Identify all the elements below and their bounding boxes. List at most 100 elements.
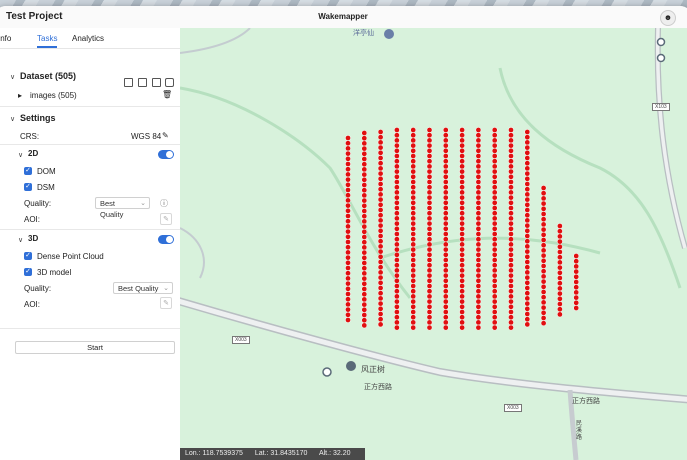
- settings-collapse-chevron[interactable]: ∨: [10, 114, 15, 123]
- waypoint: [459, 184, 465, 191]
- waypoint: [524, 243, 531, 250]
- waypoint: [345, 265, 351, 271]
- waypoint: [426, 127, 433, 133]
- waypoint: [394, 303, 400, 310]
- waypoint: [426, 303, 433, 310]
- divider: [0, 106, 180, 107]
- waypoint: [377, 321, 384, 328]
- user-icon[interactable]: ☻: [660, 10, 676, 26]
- add-file-icon[interactable]: [138, 78, 147, 87]
- waypoint: [442, 153, 449, 159]
- waypoint: [491, 319, 498, 326]
- waypoint: [459, 168, 465, 175]
- waypoint: [508, 127, 514, 133]
- waypoint: [410, 288, 417, 295]
- tab-tasks[interactable]: Tasks: [37, 34, 58, 48]
- waypoint: [410, 184, 417, 191]
- divider: [0, 328, 180, 329]
- map-view[interactable]: 洋亭仙 风正树 正方西路 正方西路 民溪路 X103 X003 X003 Lon…: [180, 28, 687, 460]
- waypoint: [394, 173, 400, 180]
- camera-icon[interactable]: [165, 78, 174, 87]
- edit-icon[interactable]: [152, 78, 161, 87]
- waypoint: [459, 189, 465, 196]
- waypoint: [426, 241, 433, 248]
- waypoint: [361, 301, 368, 308]
- waypoint: [361, 192, 368, 199]
- waypoint: [345, 207, 351, 214]
- waypoint: [361, 280, 368, 287]
- folder-expand-chevron[interactable]: ▸: [18, 91, 22, 100]
- tab-info[interactable]: Info: [0, 34, 11, 43]
- waypoint: [475, 153, 482, 159]
- waypoint: [475, 158, 482, 165]
- start-button[interactable]: Start: [15, 341, 175, 354]
- waypoint: [361, 156, 368, 162]
- 2d-toggle[interactable]: [158, 150, 174, 159]
- waypoint: [361, 150, 368, 157]
- waypoint: [459, 179, 465, 185]
- waypoint: [361, 249, 368, 256]
- waypoint: [540, 263, 547, 269]
- folder-images[interactable]: images (505): [30, 91, 77, 100]
- pointcloud-checkbox[interactable]: ✓: [24, 252, 32, 260]
- waypoint: [540, 278, 547, 285]
- waypoint: [508, 257, 514, 263]
- waypoint: [361, 130, 368, 136]
- waypoint: [442, 309, 449, 315]
- dom-checkbox[interactable]: ✓: [24, 167, 32, 175]
- add-folder-icon[interactable]: [124, 78, 133, 87]
- waypoint: [426, 168, 433, 175]
- waypoint: [540, 294, 547, 301]
- 3d-collapse-chevron[interactable]: ∨: [18, 235, 23, 244]
- waypoint: [394, 277, 400, 284]
- waypoint: [459, 220, 465, 227]
- waypoint: [491, 262, 498, 269]
- waypoint: [345, 213, 351, 219]
- waypoint: [508, 303, 514, 310]
- help-icon[interactable]: ⓘ: [160, 198, 168, 209]
- waypoint: [377, 305, 384, 312]
- waypoint: [394, 283, 400, 289]
- waypoint: [475, 147, 482, 154]
- aoi-edit-icon[interactable]: ✎: [160, 297, 172, 309]
- waypoint: [459, 132, 465, 139]
- waypoint: [540, 237, 547, 243]
- waypoint: [475, 277, 482, 284]
- waypoint: [475, 163, 482, 170]
- quality-select[interactable]: Best Quality ⌄: [113, 282, 173, 294]
- dataset-collapse-chevron[interactable]: ∨: [10, 72, 15, 81]
- waypoint: [508, 147, 514, 154]
- waypoint: [459, 309, 465, 315]
- settings-title: Settings: [20, 113, 56, 123]
- aoi-edit-icon[interactable]: ✎: [160, 213, 172, 225]
- waypoint: [508, 288, 514, 295]
- dsm-checkbox[interactable]: ✓: [24, 183, 32, 191]
- waypoint: [361, 187, 368, 194]
- quality-select[interactable]: Best Quality ⌄: [95, 197, 150, 219]
- waypoint: [410, 225, 417, 232]
- waypoint: [442, 163, 449, 170]
- road-tag: X003: [232, 336, 250, 344]
- waypoint: [475, 220, 482, 227]
- 2d-collapse-chevron[interactable]: ∨: [18, 150, 23, 159]
- tab-analytics[interactable]: Analytics: [72, 34, 104, 43]
- waypoint: [491, 257, 498, 263]
- delete-icon[interactable]: 🗑: [162, 90, 172, 99]
- crs-edit-icon[interactable]: ✎: [162, 131, 169, 140]
- waypoint: [394, 298, 400, 305]
- waypoint: [459, 283, 465, 289]
- waypoint: [508, 298, 514, 305]
- model-checkbox[interactable]: ✓: [24, 268, 32, 276]
- waypoint: [508, 168, 514, 175]
- dsm-label: DSM: [37, 183, 55, 192]
- 3d-toggle[interactable]: [158, 235, 174, 244]
- model-label: 3D model: [37, 268, 72, 277]
- waypoint: [394, 184, 400, 191]
- waypoint: [442, 277, 449, 284]
- waypoint: [475, 132, 482, 139]
- waypoint: [508, 272, 514, 279]
- waypoint: [524, 149, 531, 156]
- waypoint: [524, 129, 531, 135]
- waypoint: [459, 241, 465, 248]
- waypoint: [361, 182, 368, 188]
